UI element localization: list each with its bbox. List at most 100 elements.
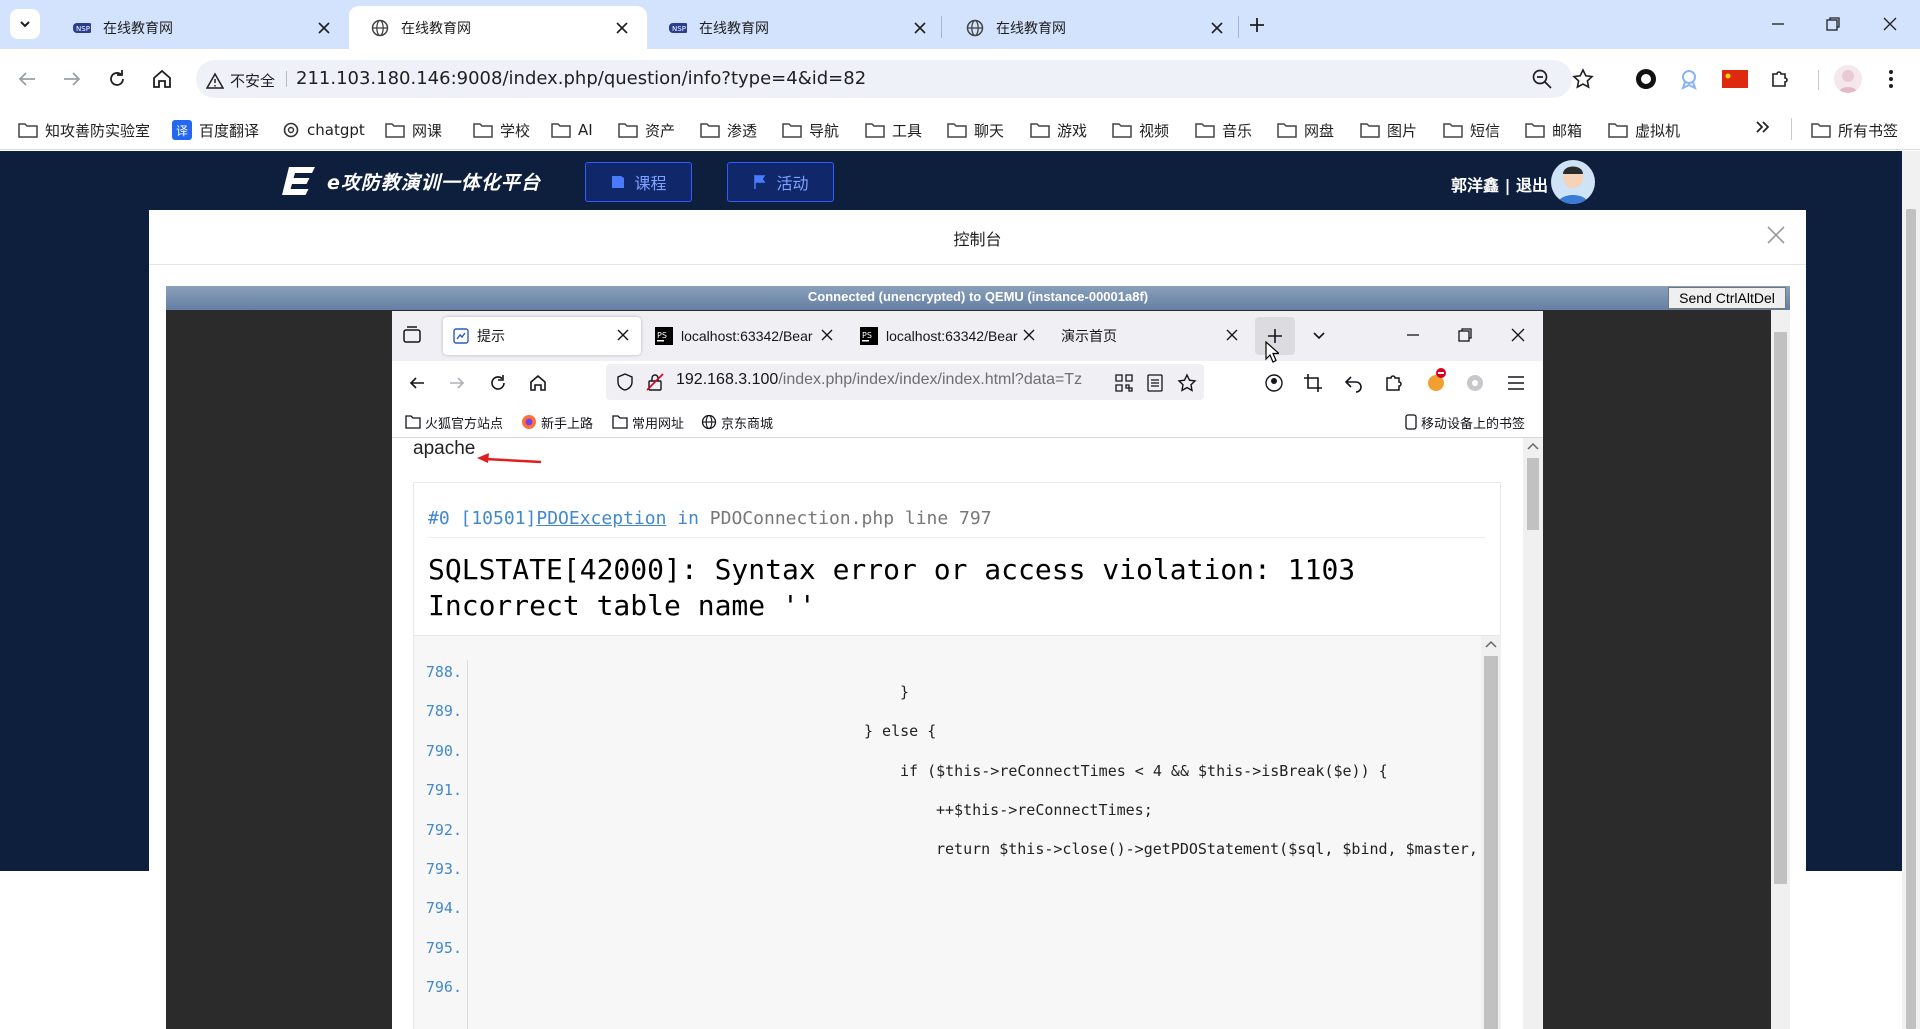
bookmark-item[interactable]: 渗透 — [700, 116, 757, 144]
modal-close-button[interactable] — [1766, 225, 1786, 245]
bookmark-item[interactable]: 导航 — [782, 116, 839, 144]
extension-flag[interactable] — [1722, 70, 1748, 88]
nav-activities-button[interactable]: 活动 — [727, 162, 834, 202]
home-button[interactable] — [151, 68, 173, 90]
bookmark-item[interactable]: 网盘 — [1277, 116, 1334, 144]
send-ctrl-alt-del-button[interactable]: Send CtrlAltDel — [1668, 287, 1786, 309]
firefox-tab-1[interactable]: 提示 — [453, 319, 505, 353]
firefox-extensions-button[interactable] — [1384, 373, 1404, 393]
reload-button[interactable] — [106, 68, 128, 90]
bookmark-item[interactable]: 虚拟机 — [1608, 116, 1680, 144]
browser-tab-4[interactable]: 在线教育网 — [944, 6, 1242, 49]
vnc-scrollbar[interactable] — [1771, 310, 1790, 1029]
firefox-close-button[interactable] — [1510, 327, 1526, 343]
qr-code-button[interactable] — [1115, 374, 1133, 392]
firefox-bookmark[interactable]: 火狐官方站点 — [405, 410, 503, 434]
firefox-forward-button[interactable] — [447, 373, 467, 393]
firefox-view-button[interactable] — [402, 325, 422, 345]
star-icon — [1177, 373, 1197, 392]
zoom-button[interactable] — [1531, 68, 1553, 90]
user-avatar[interactable] — [1551, 160, 1595, 204]
bookmark-item[interactable]: 短信 — [1443, 116, 1500, 144]
all-bookmarks-button[interactable]: 所有书签 — [1811, 116, 1898, 144]
extension-fox-button[interactable] — [1424, 367, 1448, 393]
url-text[interactable]: 211.103.180.146:9008/index.php/question/… — [296, 68, 866, 89]
content-scrollbar[interactable] — [1523, 438, 1543, 1029]
firefox-url-text[interactable]: 192.168.3.100/index.php/index/index/inde… — [676, 371, 1108, 393]
tracking-protection-button[interactable] — [616, 373, 634, 391]
nav-courses-button[interactable]: 课程 — [585, 162, 692, 202]
firefox-bookmark[interactable]: 京东商城 — [701, 410, 773, 434]
firefox-home-button[interactable] — [528, 373, 548, 393]
firefox-reload-button[interactable] — [488, 373, 508, 393]
scrollbar-thumb[interactable] — [1774, 332, 1787, 884]
close-tab-icon[interactable] — [611, 17, 633, 39]
close-window-button[interactable] — [1882, 16, 1898, 32]
close-tab-icon[interactable] — [909, 17, 931, 39]
undo-button[interactable] — [1344, 373, 1364, 393]
bookmark-item[interactable]: 邮箱 — [1525, 116, 1582, 144]
bookmark-item[interactable]: chatgpt — [282, 116, 365, 144]
bookmark-item[interactable]: 聊天 — [947, 116, 1004, 144]
bookmark-item[interactable]: 网课 — [385, 116, 442, 144]
firefox-bookmark-star[interactable] — [1177, 373, 1197, 393]
page-scrollbar[interactable] — [1902, 151, 1920, 1029]
scrollbar-thumb[interactable] — [1527, 458, 1539, 530]
extension-circle[interactable] — [1635, 68, 1657, 90]
bookmark-item[interactable]: 音乐 — [1195, 116, 1252, 144]
reader-view-button[interactable] — [1146, 374, 1164, 392]
close-tab-icon[interactable] — [821, 329, 833, 341]
bookmark-item[interactable]: 学校 — [473, 116, 530, 144]
user-menu[interactable]: 郭洋鑫 | 退出 — [1451, 172, 1548, 196]
firefox-minimize-button[interactable] — [1405, 327, 1421, 343]
firefox-menu-button[interactable] — [1506, 373, 1526, 393]
source-scrollbar[interactable] — [1481, 636, 1501, 1029]
scrollbar-thumb[interactable] — [1484, 656, 1498, 1029]
mobile-bookmarks-button[interactable]: 移动设备上的书签 — [1405, 410, 1525, 434]
screenshot-button[interactable] — [1303, 373, 1323, 393]
firefox-tab-2[interactable]: PS localhost:63342/Bear — [655, 319, 820, 353]
browser-tab-2[interactable]: 在线教育网 — [349, 6, 647, 49]
exception-class-link[interactable]: PDOException — [536, 508, 666, 529]
browser-tab-3[interactable]: NSP 在线教育网 — [647, 6, 945, 49]
bookmark-item[interactable]: 视频 — [1112, 116, 1169, 144]
bookmark-item[interactable]: 资产 — [618, 116, 675, 144]
extension-badge[interactable] — [1678, 68, 1700, 90]
list-all-tabs-button[interactable] — [1311, 327, 1327, 343]
site-logo[interactable]: e攻防教演训一体化平台 — [281, 165, 541, 197]
browser-tab-1[interactable]: NSP 在线教育网 — [51, 6, 349, 49]
firefox-back-button[interactable] — [407, 373, 427, 393]
firefox-tab-4[interactable]: 演示首页 — [1061, 319, 1117, 353]
close-tab-icon[interactable] — [617, 329, 629, 341]
bookmark-item[interactable]: AI — [551, 116, 593, 144]
firefox-bookmark[interactable]: 常用网址 — [612, 410, 684, 434]
back-button[interactable] — [16, 68, 38, 90]
bookmark-item[interactable]: 图片 — [1360, 116, 1417, 144]
security-chip[interactable]: 不安全 — [206, 70, 275, 91]
restore-window-button[interactable] — [1825, 16, 1841, 32]
new-tab-button[interactable] — [1246, 14, 1268, 36]
bookmark-item[interactable]: 知攻善防实验室 — [18, 116, 150, 144]
account-button[interactable] — [1264, 373, 1284, 393]
bookmark-item[interactable]: 游戏 — [1030, 116, 1087, 144]
close-tab-icon[interactable] — [1226, 329, 1238, 341]
extension-disabled-button[interactable] — [1465, 373, 1485, 393]
firefox-tab-3[interactable]: PS localhost:63342/Bear — [860, 319, 1025, 353]
close-tab-icon[interactable] — [1206, 17, 1228, 39]
browser-menu-button[interactable] — [1880, 68, 1902, 90]
bookmark-star-button[interactable] — [1572, 68, 1594, 90]
forward-button[interactable] — [61, 68, 83, 90]
profile-avatar[interactable] — [1834, 65, 1862, 93]
extensions-button[interactable] — [1769, 68, 1791, 90]
more-bookmarks-button[interactable] — [1754, 118, 1772, 136]
firefox-restore-button[interactable] — [1457, 327, 1473, 343]
insecure-lock-button[interactable] — [646, 373, 664, 391]
bookmark-item[interactable]: 工具 — [865, 116, 922, 144]
firefox-bookmark[interactable]: 新手上路 — [521, 410, 593, 434]
minimize-window-button[interactable] — [1770, 16, 1786, 32]
scrollbar-thumb[interactable] — [1906, 209, 1916, 1029]
bookmark-item[interactable]: 译百度翻译 — [172, 116, 259, 144]
close-tab-icon[interactable] — [1023, 329, 1035, 341]
close-tab-icon[interactable] — [313, 17, 335, 39]
tab-search-button[interactable] — [10, 9, 40, 39]
